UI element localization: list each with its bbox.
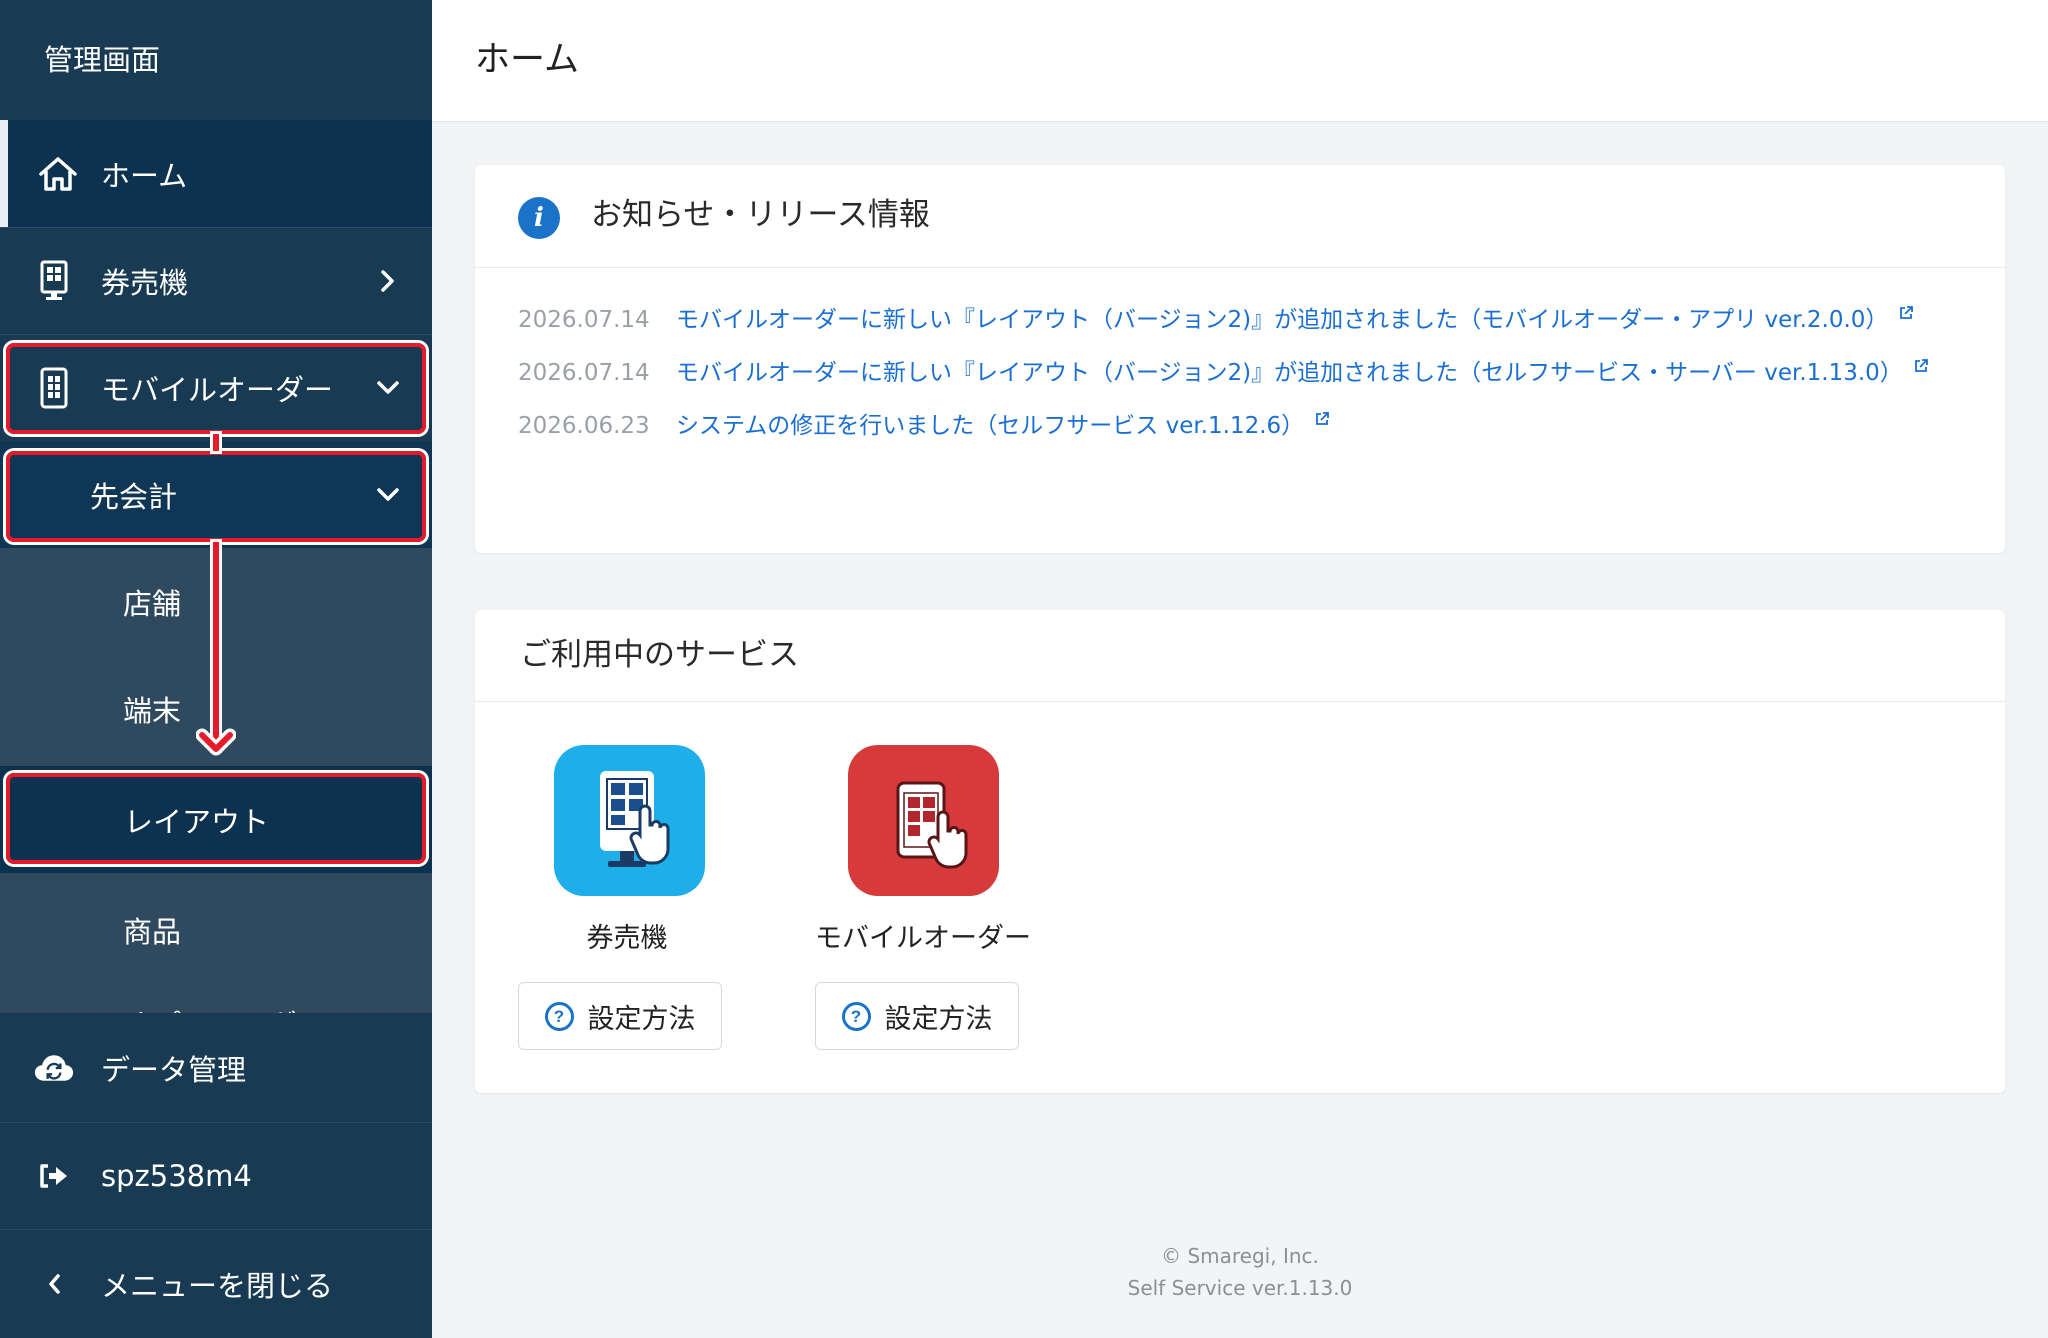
arrow-down-icon	[196, 728, 236, 756]
news-item: 2026.07.14 モバイルオーダーに新しい『レイアウト（バージョン2)』が追加…	[518, 358, 1958, 389]
sidebar-item-prepay[interactable]: 先会計	[0, 441, 432, 548]
external-link-icon	[1316, 412, 1330, 425]
page-title: ホーム	[475, 40, 579, 80]
news-card-header: i お知らせ・リリース情報	[475, 165, 2005, 268]
news-link[interactable]: システムの修正を行いました（セルフサービス ver.1.12.6）	[676, 413, 1304, 439]
sidebar-item-label: データ管理	[101, 1053, 247, 1087]
sidebar-item-label: ホーム	[101, 158, 188, 193]
news-link[interactable]: モバイルオーダーに新しい『レイアウト（バージョン2)』が追加されました（モバイル…	[676, 307, 1888, 333]
question-circle-icon: ?	[544, 1001, 574, 1031]
services-card-title: ご利用中のサービス	[520, 637, 799, 673]
chevron-down-icon	[374, 481, 402, 509]
mobile-order-app-icon[interactable]	[847, 745, 999, 896]
cloud-sync-icon	[34, 1048, 74, 1088]
news-list: 2026.07.14 モバイルオーダーに新しい『レイアウト（バージョン2)』が追加…	[518, 305, 1958, 464]
sidebar-item-mobile-order[interactable]: モバイルオーダー	[0, 334, 432, 441]
news-link[interactable]: モバイルオーダーに新しい『レイアウト（バージョン2)』が追加されました（セルフサ…	[676, 360, 1903, 386]
highlight-arrow-segment	[213, 542, 219, 750]
info-icon: i	[518, 197, 560, 239]
home-icon	[38, 154, 78, 194]
news-item: 2026.06.23 システムの修正を行いました（セルフサービス ver.1.12…	[518, 411, 1958, 442]
news-card: i お知らせ・リリース情報 2026.07.14 モバイルオーダーに新しい『レイア…	[475, 165, 2005, 553]
ticket-machine-icon	[34, 260, 74, 301]
mobile-order-setup-help-button[interactable]: ? 設定方法	[815, 982, 1019, 1050]
news-card-title: お知らせ・リリース情報	[591, 197, 930, 233]
sidebar-item-close-menu[interactable]: メニューを閉じる	[0, 1229, 432, 1338]
question-circle-icon: ?	[841, 1001, 871, 1031]
ticket-machine-setup-help-button[interactable]: ? 設定方法	[518, 982, 722, 1050]
sidebar-item-label: spz538m4	[101, 1159, 252, 1193]
service-name: 券売機	[586, 923, 668, 954]
news-date: 2026.06.23	[518, 413, 650, 439]
external-link-icon	[1914, 359, 1928, 372]
sidebar-item-label: 端末	[123, 693, 182, 728]
sidebar-item-label: 店舗	[123, 586, 182, 621]
logout-icon	[34, 1156, 74, 1196]
help-button-label: 設定方法	[587, 1003, 696, 1034]
sidebar-item-layout[interactable]: レイアウト	[0, 766, 432, 873]
sidebar-item-user[interactable]: spz538m4	[0, 1122, 432, 1229]
app-version: Self Service ver.1.13.0	[1127, 1276, 1353, 1300]
services-card-header: ご利用中のサービス	[475, 610, 2005, 702]
sidebar-item-label: メニューを閉じる	[101, 1269, 334, 1303]
sidebar-item-label: モバイルオーダー	[101, 373, 334, 407]
mobile-order-icon	[34, 367, 74, 409]
sidebar-item-data-management[interactable]: データ管理	[0, 1013, 432, 1122]
chevron-down-icon	[374, 374, 402, 402]
chevron-right-icon	[374, 267, 402, 295]
news-item: 2026.07.14 モバイルオーダーに新しい『レイアウト（バージョン2)』が追加…	[518, 305, 1958, 336]
sidebar-item-ticket-machine[interactable]: 券売機	[0, 227, 432, 334]
highlight-arrow-segment	[213, 434, 219, 451]
ticket-machine-app-icon[interactable]	[553, 745, 705, 896]
sidebar: 管理画面 ホーム 券売機 モバイルオーダー 先会計 店舗 端末 レイアウト 商品…	[0, 0, 432, 1338]
sidebar-item-label: 券売機	[101, 266, 189, 300]
sidebar-title: 管理画面	[0, 0, 432, 120]
help-button-label: 設定方法	[884, 1003, 993, 1034]
footer: © Smaregi, Inc. Self Service ver.1.13.0	[432, 1240, 2048, 1304]
service-ticket-machine[interactable]: 券売機	[519, 745, 739, 955]
service-name: モバイルオーダー	[815, 923, 1031, 954]
sidebar-item-label: 商品	[123, 914, 182, 949]
top-bar: ホーム	[432, 0, 2048, 122]
news-date: 2026.07.14	[518, 307, 650, 333]
chevron-left-icon	[34, 1264, 74, 1304]
services-card: ご利用中のサービス 券売機 モバイルオーダー ? 設定方法 ? 設定方法	[475, 610, 2005, 1093]
sidebar-item-label: レイアウト	[124, 804, 270, 839]
copyright: © Smaregi, Inc.	[1161, 1244, 1319, 1268]
external-link-icon	[1900, 306, 1914, 319]
sidebar-item-home[interactable]: ホーム	[0, 120, 432, 227]
service-mobile-order[interactable]: モバイルオーダー	[813, 745, 1033, 955]
sidebar-item-label: 先会計	[90, 479, 178, 514]
news-date: 2026.07.14	[518, 360, 650, 386]
